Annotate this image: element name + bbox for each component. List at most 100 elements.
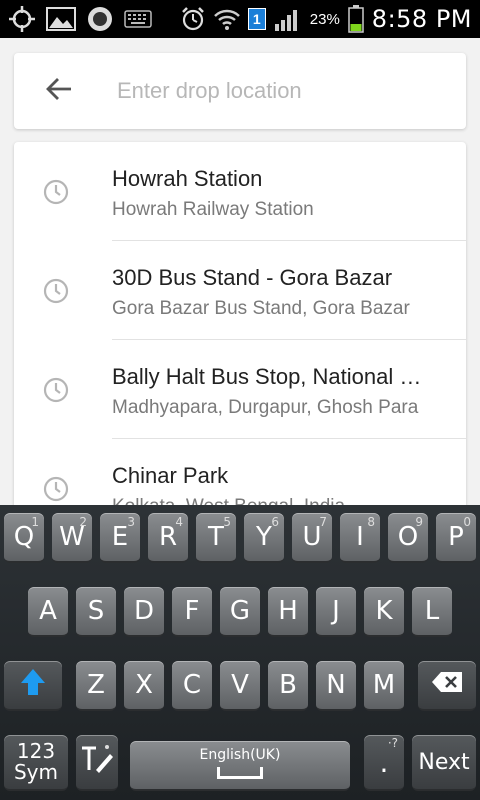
result-item[interactable]: Bally Halt Bus Stop, National Highway Ma… xyxy=(14,340,466,439)
status-bar: 1 23% 8:58 PM xyxy=(0,0,480,38)
key-z[interactable]: Z xyxy=(76,661,116,711)
keyboard-icon xyxy=(124,10,152,28)
shift-key[interactable] xyxy=(4,661,62,711)
key-m[interactable]: M xyxy=(364,661,404,711)
back-button[interactable] xyxy=(14,53,104,129)
key-number-hint: 8 xyxy=(367,515,375,529)
space-bar-icon xyxy=(217,767,263,779)
key-label: H xyxy=(278,596,298,626)
key-label: M xyxy=(372,670,396,700)
key-w[interactable]: 2W xyxy=(52,513,92,563)
key-number-hint: 3 xyxy=(127,515,135,529)
history-clock-icon xyxy=(43,278,69,303)
key-f[interactable]: F xyxy=(172,587,212,637)
key-label: A xyxy=(39,596,57,626)
key-c[interactable]: C xyxy=(172,661,212,711)
key-h[interactable]: H xyxy=(268,587,308,637)
key-d[interactable]: D xyxy=(124,587,164,637)
result-title: Howrah Station xyxy=(112,166,263,191)
period-key-label: . xyxy=(379,745,389,779)
key-v[interactable]: V xyxy=(220,661,260,711)
handwriting-key[interactable] xyxy=(76,735,118,791)
key-label: C xyxy=(182,670,202,700)
key-label: P xyxy=(448,522,464,552)
key-number-hint: 7 xyxy=(319,515,327,529)
key-number-hint: 6 xyxy=(271,515,279,529)
symbols-key-label: 123 Sym xyxy=(14,741,58,783)
key-n[interactable]: N xyxy=(316,661,356,711)
result-subtitle: Madhyapara, Durgapur, Ghosh Para xyxy=(112,397,419,418)
key-g[interactable]: G xyxy=(220,587,260,637)
key-label: G xyxy=(229,596,251,626)
result-item[interactable]: Chinar Park Kolkata, West Bengal, India xyxy=(14,439,466,512)
backspace-key[interactable] xyxy=(418,661,476,711)
key-label: X xyxy=(135,670,153,700)
key-label: K xyxy=(375,596,393,626)
period-key-hint: ·? xyxy=(387,736,398,750)
history-clock-icon xyxy=(43,179,69,204)
history-clock-icon xyxy=(43,377,69,402)
soft-keyboard: 1Q 2W 3E 4R 5T 6Y 7U 8I 9O 0P A S D F G … xyxy=(0,505,480,800)
key-number-hint: 0 xyxy=(463,515,471,529)
battery-icon xyxy=(348,5,364,33)
key-label: B xyxy=(279,670,297,700)
key-label: I xyxy=(356,522,364,552)
key-k[interactable]: K xyxy=(364,587,404,637)
key-label: Z xyxy=(87,670,105,700)
clock-time: 8:58 PM xyxy=(371,5,472,33)
symbols-label-bottom: Sym xyxy=(13,760,58,784)
key-a[interactable]: A xyxy=(28,587,68,637)
next-key[interactable]: Next xyxy=(412,735,476,791)
backspace-icon xyxy=(431,670,463,700)
key-j[interactable]: J xyxy=(316,587,356,637)
space-key[interactable]: English(UK) xyxy=(130,741,350,791)
result-subtitle: Howrah Railway Station xyxy=(112,199,314,220)
key-t[interactable]: 5T xyxy=(196,513,236,563)
history-clock-icon xyxy=(43,476,69,501)
result-subtitle: Gora Bazar Bus Stand, Gora Bazar xyxy=(112,298,410,319)
key-r[interactable]: 4R xyxy=(148,513,188,563)
key-e[interactable]: 3E xyxy=(100,513,140,563)
key-b[interactable]: B xyxy=(268,661,308,711)
key-number-hint: 4 xyxy=(175,515,183,529)
drop-location-input[interactable] xyxy=(117,78,437,104)
key-q[interactable]: 1Q xyxy=(4,513,44,563)
result-item[interactable]: Howrah Station Howrah Railway Station xyxy=(14,142,466,241)
key-y[interactable]: 6Y xyxy=(244,513,284,563)
key-label: Y xyxy=(256,522,272,552)
gps-icon xyxy=(8,5,36,33)
key-label: F xyxy=(184,596,200,626)
key-o[interactable]: 9O xyxy=(388,513,428,563)
key-i[interactable]: 8I xyxy=(340,513,380,563)
key-l[interactable]: L xyxy=(412,587,452,637)
key-label: R xyxy=(158,522,178,552)
sim-icon: 1 xyxy=(247,8,266,30)
signal-icon xyxy=(274,6,302,32)
key-u[interactable]: 7U xyxy=(292,513,332,563)
result-item[interactable]: 30D Bus Stand - Gora Bazar Gora Bazar Bu… xyxy=(14,241,466,340)
result-title: 30D Bus Stand - Gora Bazar xyxy=(112,265,393,290)
image-icon xyxy=(46,7,76,31)
alarm-icon xyxy=(180,6,206,32)
key-label: V xyxy=(231,670,249,700)
back-arrow-icon xyxy=(45,75,73,108)
results-list: Howrah Station Howrah Railway Station 30… xyxy=(14,142,466,512)
key-label: J xyxy=(332,596,340,626)
result-title: Chinar Park xyxy=(112,463,229,488)
key-number-hint: 5 xyxy=(223,515,231,529)
circle-app-icon xyxy=(86,5,114,33)
shift-arrow-icon xyxy=(20,668,46,703)
symbols-label-top: 123 xyxy=(16,739,56,763)
period-key[interactable]: ·? . xyxy=(364,735,404,791)
key-label: N xyxy=(326,670,346,700)
next-key-label: Next xyxy=(418,749,470,775)
key-label: L xyxy=(424,596,440,626)
key-label: D xyxy=(133,596,155,626)
wifi-icon xyxy=(213,7,240,31)
key-p[interactable]: 0P xyxy=(436,513,476,563)
handwriting-pen-icon xyxy=(80,744,114,781)
key-number-hint: 9 xyxy=(415,515,423,529)
key-s[interactable]: S xyxy=(76,587,116,637)
symbols-key[interactable]: 123 Sym xyxy=(4,735,68,791)
key-x[interactable]: X xyxy=(124,661,164,711)
